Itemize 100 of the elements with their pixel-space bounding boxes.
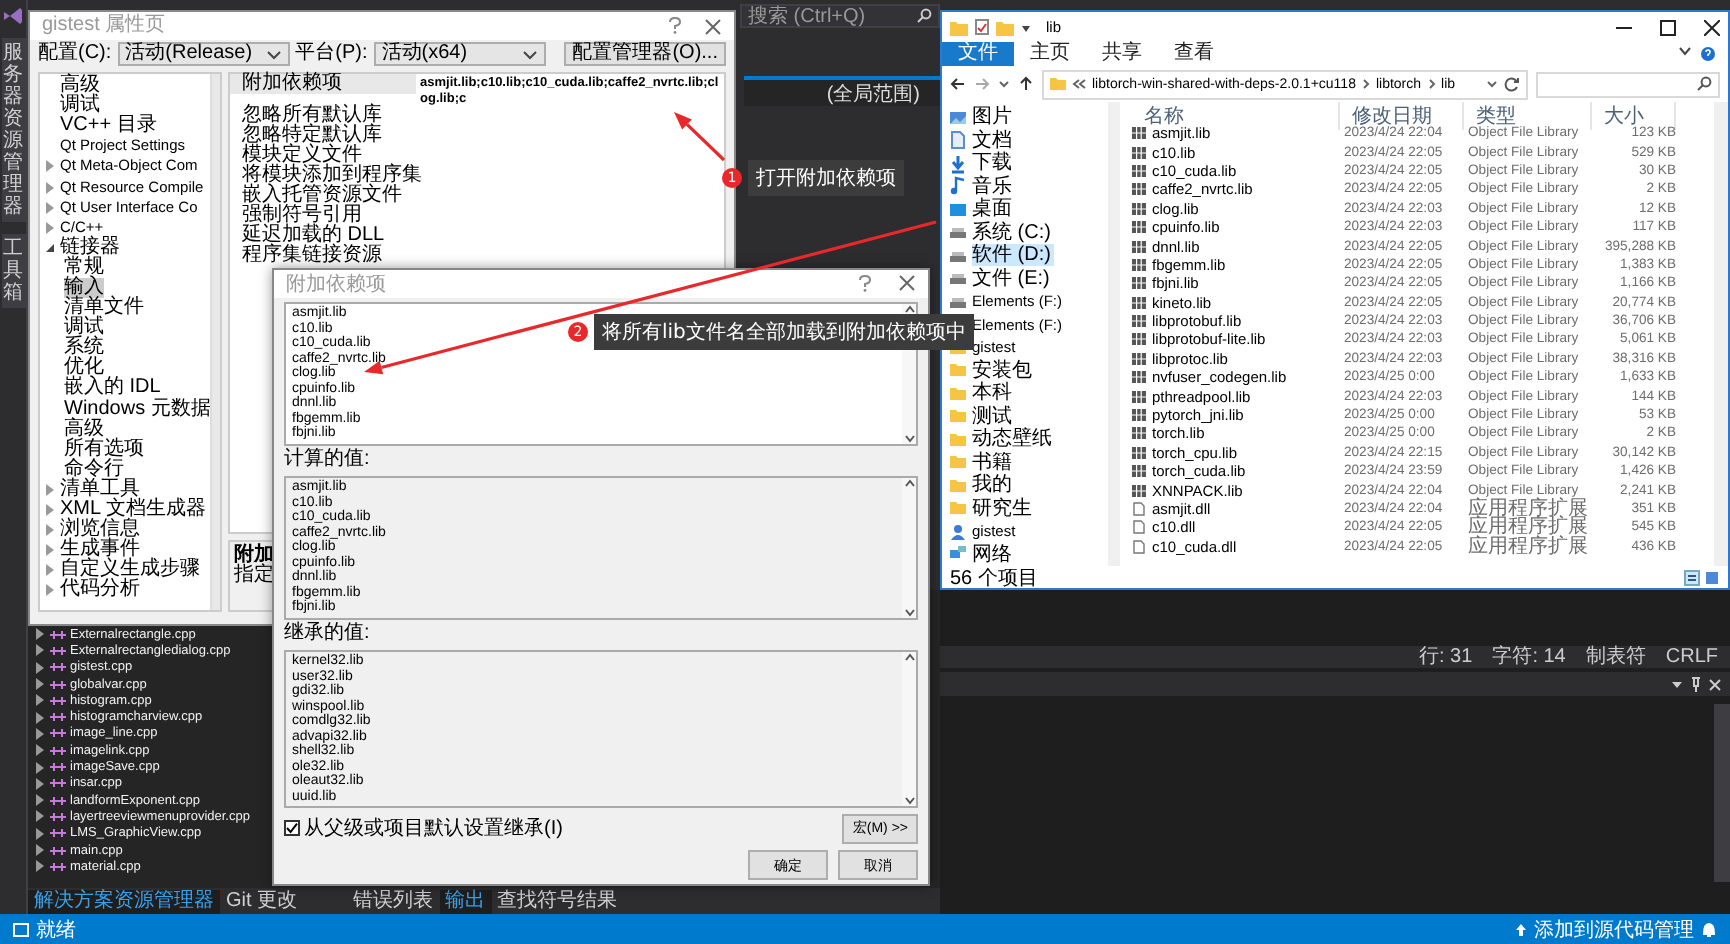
caret-icon [521,47,538,61]
refresh-icon[interactable] [1504,76,1520,92]
drive-icon [948,222,968,243]
property-name[interactable]: 强制符号引用 [230,206,416,226]
panel-tab[interactable]: 解决方案资源管理器 [28,889,220,913]
caret-icon [265,47,282,61]
tree-item[interactable]: 输入 [64,277,104,298]
thumbnail-view-icon[interactable] [1704,569,1720,585]
property-name[interactable]: 嵌入托管资源文件 [230,186,416,206]
tree-item[interactable]: 调试 [60,96,100,117]
help-icon[interactable] [1700,46,1716,62]
scroll-up-icon[interactable] [903,478,915,488]
property-name[interactable]: 忽略特定默认库 [230,126,416,146]
maximize-icon[interactable] [1660,19,1676,35]
ribbon-tab[interactable]: 文件 [942,42,1014,66]
scope-dropdown[interactable]: (全局范围) [744,76,940,106]
nav-item[interactable]: 书籍 [972,451,1016,474]
tree-item[interactable]: Windows 元数据 [64,399,211,420]
caret-icon[interactable] [1486,78,1498,90]
dropdown-icon[interactable] [1670,677,1684,691]
section-label: 继承的值: [284,622,370,646]
tree-item[interactable]: 高级 [64,419,104,440]
nav-item[interactable]: 动态壁纸 [972,428,1056,451]
tree-item[interactable]: 命令行 [64,459,124,480]
source-control-button[interactable]: 添加到源代码管理 [1534,915,1694,943]
side-tab[interactable]: 服务器资源管理器 [1,38,25,222]
tree-item[interactable]: 代码分析 [60,580,140,601]
details-view-icon[interactable] [1684,569,1700,585]
property-name[interactable]: 延迟加载的 DLL [230,226,416,246]
tree-item[interactable]: 链接器 [60,237,120,258]
nav-item[interactable]: 文档 [972,129,1016,152]
property-name[interactable]: 程序集链接资源 [230,246,416,266]
scroll-up-icon[interactable] [903,304,915,314]
folder-icon [948,452,968,473]
scroll-down-icon[interactable] [903,796,915,806]
panel-tab[interactable]: Git 更改 [220,889,304,913]
nav-item[interactable]: 图片 [972,106,1016,129]
tree-item[interactable]: 系统 [64,338,104,359]
folder-icon [948,406,968,427]
nav-item[interactable]: 本科 [972,382,1016,405]
back-icon[interactable] [950,76,966,92]
drive-icon [948,268,968,289]
caret-icon[interactable] [998,78,1010,90]
search-field[interactable] [1536,71,1720,97]
ribbon-tab[interactable]: 主页 [1014,42,1086,66]
property-name[interactable]: 将模块添加到程序集 [230,166,416,186]
scroll-down-icon[interactable] [903,434,915,444]
platform-dropdown[interactable]: 活动(x64) [373,42,546,66]
description-text: 指定 [234,566,274,586]
search-field[interactable]: 搜索 (Ctrl+Q) [740,4,940,28]
scroll-up-icon[interactable] [903,652,915,662]
nav-item[interactable]: 文件 (E:) [972,267,1054,290]
section-label: 计算的值: [284,448,370,472]
nav-item[interactable]: 桌面 [972,198,1016,221]
scroll-down-icon[interactable] [903,608,915,618]
panel-tab[interactable]: 错误列表 [347,889,440,913]
property-name[interactable]: 附加依赖项 [230,74,416,94]
ribbon-tab[interactable]: 共享 [1086,42,1158,66]
library-file-icon [1132,182,1146,197]
config-dropdown[interactable]: 活动(Release) [117,42,290,66]
nav-item[interactable]: 研究生 [972,497,1036,520]
help-icon[interactable] [856,274,874,294]
library-file-icon [1132,408,1146,423]
side-tab[interactable]: 工具箱 [1,234,25,308]
nav-item[interactable]: 安装包 [972,359,1036,382]
status-text: 就绪 [36,917,76,943]
checkbox[interactable] [284,820,300,836]
panel-tab[interactable]: 查找符号结果 [491,889,624,913]
nav-item[interactable]: 下载 [972,152,1016,175]
tree-item[interactable]: 嵌入的 IDL [64,378,161,399]
pin-icon[interactable] [1690,676,1702,692]
nav-item[interactable]: 软件 (D:) [972,244,1055,267]
folder-icon [948,360,968,381]
library-file-icon [1132,389,1146,404]
tree-item[interactable]: 常规 [64,257,104,278]
tree-item[interactable]: 所有选项 [64,439,144,460]
up-icon[interactable] [1018,76,1034,92]
ribbon-tab[interactable]: 查看 [1158,42,1230,66]
nav-item[interactable]: 我的 [972,474,1016,497]
bell-icon[interactable] [1700,920,1718,938]
dialog-title: 附加依赖项 [286,271,386,298]
tree-item[interactable]: VC++ 目录 [60,116,157,137]
help-icon[interactable] [666,16,684,36]
library-file-icon [1132,145,1146,160]
file-type: 应用程序扩展 [1466,518,1590,537]
panel-tab[interactable]: 输出 [439,889,492,913]
checklist-icon[interactable] [974,18,990,36]
nav-item[interactable]: 系统 (C:) [972,221,1055,244]
file-type: 应用程序扩展 [1466,500,1590,518]
nav-item[interactable]: 网络 [972,543,1016,566]
nav-item[interactable]: 测试 [972,405,1016,428]
tree-item[interactable]: 清单工具 [60,479,140,500]
config-manager-button[interactable]: 配置管理器(O)... [564,42,726,66]
property-name[interactable]: 模块定义文件 [230,146,416,166]
property-name[interactable]: 忽略所有默认库 [230,106,416,126]
caret-icon[interactable] [1020,21,1032,33]
nav-item[interactable]: 音乐 [972,175,1016,198]
caret-icon[interactable] [1678,46,1692,58]
library-file-icon [1132,445,1146,460]
close-icon[interactable] [1704,19,1720,35]
